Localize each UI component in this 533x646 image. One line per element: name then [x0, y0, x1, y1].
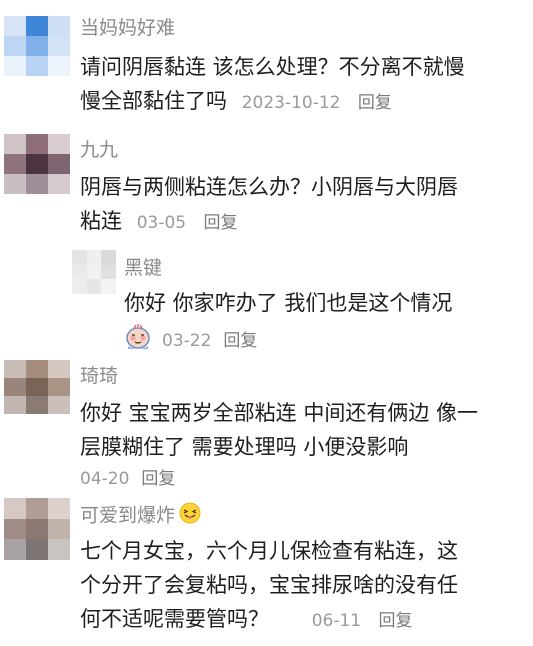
squinting-tongue-face-emoji-icon: [179, 502, 201, 530]
avatar-pixel: [72, 279, 87, 294]
comment-text-line: 你好 宝宝两岁全部粘连 中间还有俩边 像一: [80, 401, 479, 425]
comment-text-line: 慢全部黏住了吗: [80, 89, 227, 113]
avatar-pixel: [101, 279, 116, 294]
avatar-pixel: [48, 378, 70, 396]
avatar[interactable]: [4, 498, 70, 560]
avatar-pixel: [48, 539, 70, 560]
comment-author[interactable]: 琦琦: [80, 364, 118, 388]
comment-author-name: 可爱到爆炸: [80, 504, 176, 527]
avatar-pixel: [72, 264, 87, 280]
comment-text: 请问阴唇黏连 该怎么处理？不分离不就慢 慢全部黏住了吗 2023-10-12 回…: [80, 50, 530, 120]
avatar-pixel: [48, 518, 70, 540]
reply-button[interactable]: 回复: [141, 469, 175, 489]
avatar-pixel: [48, 154, 70, 174]
avatar-pixel: [26, 174, 48, 194]
avatar-pixel: [101, 264, 116, 280]
comment-date: 03-05: [136, 213, 187, 233]
avatar-pixel: [26, 539, 48, 560]
comment-text-line: 阴唇与两侧粘连怎么办？小阴唇与大阴唇: [80, 175, 458, 199]
reply-button[interactable]: 回复: [358, 93, 392, 113]
avatar[interactable]: [72, 250, 116, 294]
avatar[interactable]: [4, 134, 70, 194]
avatar-pixel: [26, 154, 48, 174]
avatar-pixel: [48, 174, 70, 194]
avatar-pixel: [48, 56, 70, 76]
comment-text-line: 个分开了会复粘吗，宝宝排尿啥的没有任: [80, 573, 458, 597]
avatar-pixel: [4, 174, 26, 194]
avatar-pixel: [4, 36, 26, 56]
avatar-pixel: [4, 498, 26, 519]
avatar-pixel: [72, 250, 87, 265]
comment-text: 你好 你家咋办了 我们也是这个情况: [124, 286, 524, 320]
avatar-pixel: [48, 396, 70, 414]
avatar-pixel: [4, 396, 26, 414]
comment-text-line: 请问阴唇黏连 该怎么处理？不分离不就慢: [80, 55, 465, 79]
comment-author[interactable]: 九九: [80, 138, 118, 162]
comment-text: 七个月女宝，六个月儿保检查有粘连，这 个分开了会复粘吗，宝宝排尿啥的没有任 何不…: [80, 534, 530, 638]
avatar[interactable]: [4, 16, 70, 76]
avatar-pixel: [26, 518, 48, 540]
avatar-pixel: [26, 360, 48, 378]
comment-text: 你好 宝宝两岁全部粘连 中间还有俩边 像一 层膜糊住了 需要处理吗 小便没影响: [80, 396, 530, 464]
avatar-pixel: [4, 154, 26, 174]
comment-author[interactable]: 可爱到爆炸: [80, 502, 201, 530]
avatar-pixel: [48, 360, 70, 378]
avatar-pixel: [26, 36, 48, 56]
comment-text-line: 粘连: [80, 209, 122, 233]
avatar-pixel: [26, 16, 48, 36]
comment-date: 06-11: [311, 611, 362, 631]
avatar-pixel: [4, 518, 26, 540]
avatar-pixel: [26, 378, 48, 396]
comment-text-line: 层膜糊住了 需要处理吗 小便没影响: [80, 435, 409, 459]
avatar-pixel: [26, 134, 48, 154]
avatar-pixel: [86, 279, 102, 294]
reply-button[interactable]: 回复: [223, 331, 257, 351]
comment-date: 2023-10-12: [241, 93, 341, 113]
avatar-pixel: [48, 16, 70, 36]
avatar-pixel: [48, 36, 70, 56]
reply-button[interactable]: 回复: [204, 213, 238, 233]
avatar-pixel: [4, 539, 26, 560]
avatar-pixel: [4, 56, 26, 76]
comment-author[interactable]: 当妈妈好难: [80, 16, 175, 40]
comment-text-line: 何不适呢需要管吗？: [80, 607, 269, 631]
avatar[interactable]: [4, 360, 70, 414]
comment-text-line: 七个月女宝，六个月儿保检查有粘连，这: [80, 539, 458, 563]
avatar-pixel: [48, 498, 70, 519]
avatar-pixel: [26, 396, 48, 414]
comment-text-line: 你好 你家咋办了 我们也是这个情况: [124, 291, 453, 315]
reply-button[interactable]: 回复: [379, 611, 413, 631]
avatar-pixel: [4, 134, 26, 154]
avatar-pixel: [4, 360, 26, 378]
comment-date: 04-20: [80, 469, 130, 489]
avatar-pixel: [86, 250, 102, 265]
comment-author[interactable]: 黑键: [124, 256, 162, 280]
avatar-pixel: [26, 56, 48, 76]
avatar-pixel: [86, 264, 102, 280]
avatar-pixel: [26, 498, 48, 519]
avatar-pixel: [4, 378, 26, 396]
avatar-pixel: [101, 250, 116, 265]
comment-text: 阴唇与两侧粘连怎么办？小阴唇与大阴唇 粘连 03-05 回复: [80, 170, 530, 240]
comment-date: 03-22: [162, 331, 212, 351]
blushing-face-sticker-icon: [124, 324, 152, 358]
avatar-pixel: [48, 134, 70, 154]
avatar-pixel: [4, 16, 26, 36]
